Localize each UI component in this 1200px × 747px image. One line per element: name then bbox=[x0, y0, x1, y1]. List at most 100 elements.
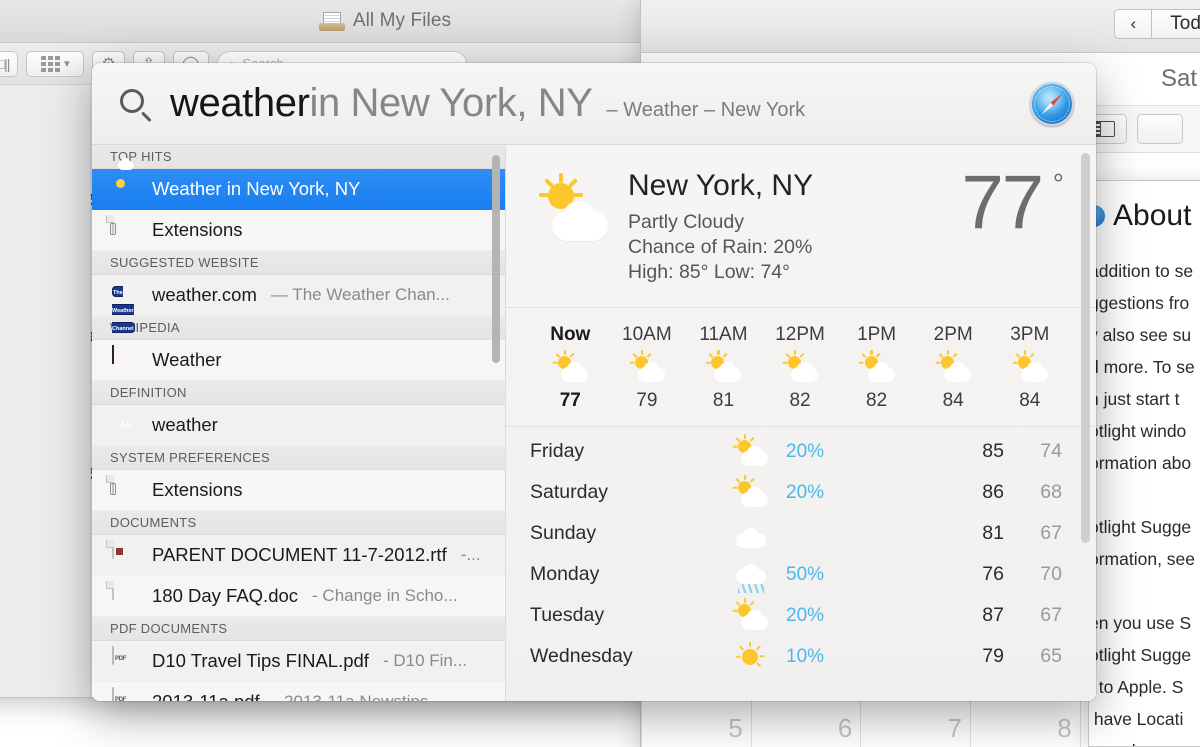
calendar-day-column[interactable]: 8 bbox=[970, 697, 1080, 747]
calendar-extra-button[interactable] bbox=[1137, 114, 1183, 144]
hourly-item: 3PM 84 bbox=[991, 324, 1068, 412]
result-row-d10-travel-tips[interactable]: PDF D10 Travel Tips FINAL.pdf - D10 Fin.… bbox=[92, 641, 505, 682]
results-list-scrollbar[interactable] bbox=[492, 155, 500, 363]
result-row-weather-com[interactable]: The Weather Channel weather.com — The Weat… bbox=[92, 275, 505, 333]
calendar-day-column[interactable]: 6 bbox=[750, 697, 861, 747]
hourly-item: 2PM 84 bbox=[915, 324, 992, 412]
spotlight-search-bar[interactable]: weather in New York, NY – Weather – New … bbox=[92, 63, 1096, 145]
hourly-time: 11AM bbox=[699, 324, 748, 345]
daily-row: Friday 20% 85 74 bbox=[530, 431, 1062, 472]
daily-precip: 50% bbox=[786, 563, 825, 585]
weather-info: New York, NY Partly Cloudy Chance of Rai… bbox=[614, 169, 961, 285]
spotlight-results-list[interactable]: TOP HITS Weather in New York, NY Extensi… bbox=[92, 145, 506, 701]
all-my-files-icon bbox=[318, 11, 345, 31]
page-title: About bbox=[1113, 199, 1192, 232]
calendar-day-number: 5 bbox=[728, 713, 743, 743]
result-row-definition-weather[interactable]: Aa weather bbox=[92, 405, 505, 446]
columns-view-icon: |□|| bbox=[0, 55, 10, 72]
extensions-prefpane-icon bbox=[110, 215, 138, 244]
section-header-system-preferences: SYSTEM PREFERENCES bbox=[92, 446, 505, 470]
spotlight-preview-pane[interactable]: New York, NY Partly Cloudy Chance of Rai… bbox=[506, 145, 1096, 701]
daily-high: 79 bbox=[982, 645, 1004, 667]
result-row-label: D10 Travel Tips FINAL.pdf bbox=[152, 650, 369, 671]
result-row-subtitle: - D10 Fin... bbox=[382, 651, 468, 670]
partly-cloudy-icon bbox=[626, 350, 668, 386]
help-body-text: addition to se ggestions fro y also see … bbox=[1089, 261, 1196, 746]
section-header-documents: DOCUMENTS bbox=[92, 511, 505, 535]
daily-high: 81 bbox=[982, 522, 1004, 544]
finder-title-group: All My Files bbox=[318, 10, 451, 32]
daily-row: Sunday 81 67 bbox=[530, 513, 1062, 554]
result-row-label: PARENT DOCUMENT 11-7-2012.rtf bbox=[152, 544, 447, 565]
previous-button[interactable]: ‹ bbox=[1114, 8, 1153, 39]
chevron-down-icon: ▾ bbox=[64, 58, 70, 70]
view-columns-button[interactable]: |□|| bbox=[0, 50, 19, 77]
screen: All My Files |□|| ▾ ⚙ ⇪ ◯ ⌕ bbox=[0, 0, 1200, 747]
result-row-label: 2013-11a.pdf bbox=[152, 691, 260, 701]
hourly-time: Now bbox=[550, 324, 591, 345]
hourly-item: 1PM 82 bbox=[838, 324, 915, 412]
spotlight-panel[interactable]: weather in New York, NY – Weather – New … bbox=[92, 63, 1096, 701]
hourly-temp: 77 bbox=[559, 390, 581, 411]
arrange-button[interactable]: ▾ bbox=[26, 50, 85, 77]
partly-cloudy-icon bbox=[729, 433, 771, 470]
weather-current-temp-group: 77 ° bbox=[961, 165, 1064, 241]
search-typed-text: weather bbox=[170, 81, 310, 125]
calendar-day-column[interactable]: 7 bbox=[860, 697, 970, 747]
preview-pane-scrollbar[interactable] bbox=[1081, 153, 1090, 543]
daily-icon-cell bbox=[720, 635, 780, 679]
sidebar-toggle-icon bbox=[1093, 121, 1115, 137]
finder-sidebar[interactable] bbox=[0, 85, 91, 697]
partly-cloudy-icon bbox=[932, 350, 974, 386]
calendar-nav-segmented[interactable]: ‹ Today › bbox=[1114, 8, 1200, 39]
weather-high-low: High: 85° Low: 74° bbox=[628, 261, 790, 283]
pdf-document-icon: PDF bbox=[112, 646, 138, 675]
weather-app-icon bbox=[112, 158, 138, 203]
section-header-pdf-documents: PDF DOCUMENTS bbox=[92, 617, 505, 641]
weather-chance-of-rain: Chance of Rain: 20% bbox=[628, 236, 813, 258]
result-row-extensions-pref[interactable]: Extensions bbox=[92, 470, 505, 511]
calendar-toolbar[interactable]: ‹ Today › bbox=[641, 0, 1200, 53]
safari-icon[interactable] bbox=[1030, 81, 1074, 126]
partly-cloudy-icon bbox=[702, 350, 744, 386]
result-row-extensions-tophit[interactable]: Extensions bbox=[92, 210, 505, 251]
arrange-grid-icon bbox=[41, 55, 61, 72]
help-window[interactable]: About addition to se ggestions fro y als… bbox=[1088, 180, 1200, 747]
section-header-top-hits: TOP HITS bbox=[92, 145, 505, 169]
result-row-label: Extensions bbox=[152, 219, 243, 240]
daily-icon-cell bbox=[720, 471, 780, 515]
daily-day-name: Sunday bbox=[530, 522, 597, 544]
spotlight-search-input[interactable]: weather in New York, NY – Weather – New … bbox=[170, 81, 1030, 126]
hourly-item: Now 77 bbox=[532, 324, 609, 412]
daily-row: Wednesday 10% 79 65 bbox=[530, 636, 1062, 677]
daily-precip: 20% bbox=[786, 604, 825, 626]
result-row-180-day-faq[interactable]: 180 Day FAQ.doc - Change in Scho... bbox=[92, 576, 505, 617]
result-row-wikipedia-weather[interactable]: Weather bbox=[92, 340, 505, 381]
calendar-day-number: 8 bbox=[1057, 713, 1072, 743]
sunny-icon bbox=[729, 641, 771, 675]
daily-high: 86 bbox=[982, 481, 1004, 503]
partly-cloudy-icon bbox=[528, 173, 614, 249]
section-header-wikipedia: WIKIPEDIA bbox=[92, 316, 505, 340]
daily-row: Saturday 20% 86 68 bbox=[530, 472, 1062, 513]
today-button[interactable]: Today bbox=[1152, 8, 1200, 39]
daily-low: 67 bbox=[1040, 522, 1062, 544]
partly-cloudy-icon bbox=[549, 350, 591, 386]
calendar-day-column[interactable]: 5 bbox=[641, 697, 751, 747]
search-completion-text: in New York, NY bbox=[309, 81, 593, 125]
degree-symbol: ° bbox=[1052, 168, 1064, 199]
hourly-temp: 82 bbox=[789, 390, 811, 411]
daily-high: 85 bbox=[982, 440, 1004, 462]
daily-icon-cell bbox=[720, 553, 780, 597]
daily-day-name: Wednesday bbox=[530, 645, 633, 667]
result-row-2013-11a-pdf[interactable]: PDF 2013-11a.pdf - 2013-11a Newstips... bbox=[92, 682, 505, 701]
search-icon bbox=[118, 87, 152, 122]
result-row-subtitle: — The Weather Chan... bbox=[270, 285, 450, 304]
result-row-weather-in-new-york[interactable]: Weather in New York, NY bbox=[92, 158, 505, 210]
partly-cloudy-icon bbox=[779, 350, 821, 386]
result-row-parent-document[interactable]: PARENT DOCUMENT 11-7-2012.rtf -... bbox=[92, 535, 505, 576]
daily-row: Tuesday 20% 87 67 bbox=[530, 595, 1062, 636]
hourly-time: 1PM bbox=[857, 324, 897, 345]
daily-icon-cell bbox=[720, 512, 780, 556]
result-row-label: Weather in New York, NY bbox=[152, 178, 361, 199]
